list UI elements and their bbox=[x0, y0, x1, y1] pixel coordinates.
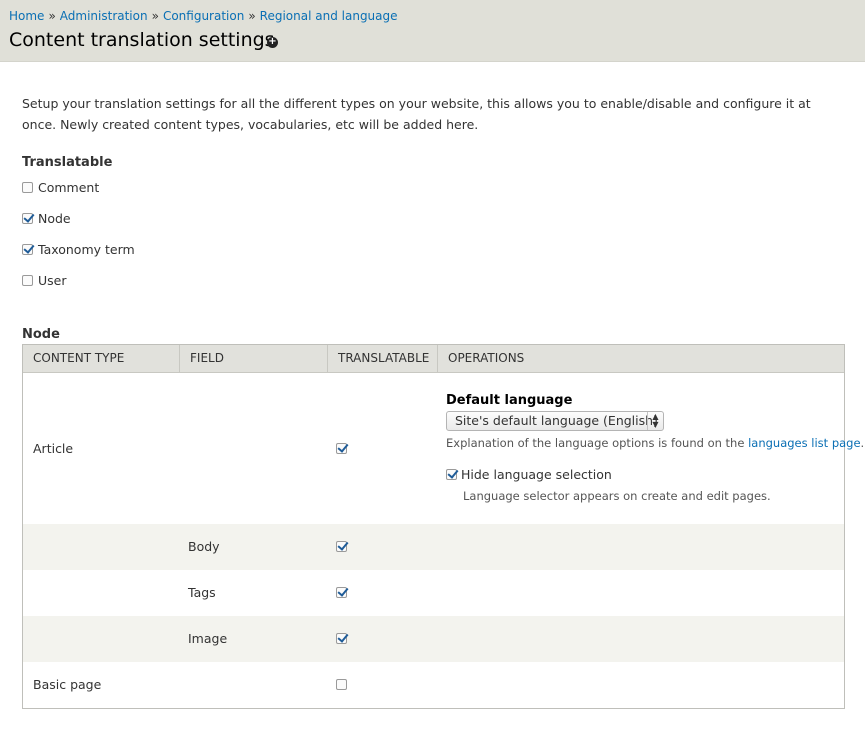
table-row-body: Body bbox=[23, 524, 844, 570]
node-checkbox[interactable] bbox=[22, 213, 33, 224]
breadcrumb-separator: » bbox=[151, 9, 159, 23]
node-translation-table: CONTENT TYPE FIELD TRANSLATABLE OPERATIO… bbox=[22, 344, 864, 709]
option-label: Taxonomy term bbox=[38, 242, 135, 257]
comment-checkbox[interactable] bbox=[22, 182, 33, 193]
breadcrumb-configuration-link[interactable]: Configuration bbox=[163, 9, 244, 23]
tags-translatable-checkbox[interactable] bbox=[336, 587, 347, 598]
hide-language-selection-checkbox[interactable] bbox=[446, 469, 457, 480]
translatable-heading: Translatable bbox=[22, 155, 113, 170]
translatable-option-comment[interactable]: Comment bbox=[22, 180, 99, 195]
breadcrumb-separator: » bbox=[248, 9, 256, 23]
intro-text: Setup your translation settings for all … bbox=[22, 96, 811, 132]
body-translatable-checkbox[interactable] bbox=[336, 541, 347, 552]
translatable-option-user[interactable]: User bbox=[22, 273, 67, 288]
language-options-explanation: Explanation of the language options is f… bbox=[446, 436, 864, 450]
explanation-period: . bbox=[860, 436, 865, 450]
table-row-tags: Tags bbox=[23, 570, 844, 616]
node-section-heading: Node bbox=[22, 327, 60, 342]
breadcrumb-administration-link[interactable]: Administration bbox=[60, 9, 148, 23]
default-language-select[interactable]: Site's default language (English) ▲ ▼ bbox=[446, 411, 664, 431]
column-header-content-type: CONTENT TYPE bbox=[23, 345, 180, 372]
add-shortcut-icon[interactable]: + bbox=[267, 37, 278, 48]
option-label: User bbox=[38, 273, 67, 288]
option-label: Node bbox=[38, 211, 71, 226]
table-row-article: Article Default language Site's default … bbox=[23, 373, 864, 524]
select-value: Site's default language (English) bbox=[455, 413, 658, 428]
breadcrumb: Home» Administration» Configuration» Region… bbox=[9, 9, 398, 23]
hide-language-selection-option[interactable]: Hide language selection bbox=[446, 467, 612, 482]
default-language-label: Default language bbox=[446, 393, 573, 408]
table-header: CONTENT TYPE FIELD TRANSLATABLE OPERATIO… bbox=[23, 345, 844, 373]
translatable-option-taxonomy-term[interactable]: Taxonomy term bbox=[22, 242, 135, 257]
column-header-operations: OPERATIONS bbox=[448, 351, 525, 365]
table-row-basic-page: Basic page bbox=[23, 662, 844, 708]
table-row-image: Image bbox=[23, 616, 844, 662]
hide-language-selection-label: Hide language selection bbox=[461, 467, 612, 482]
taxonomy-term-checkbox[interactable] bbox=[22, 244, 33, 255]
basic-page-translatable-checkbox[interactable] bbox=[336, 679, 347, 690]
field-cell: Body bbox=[188, 539, 220, 554]
option-label: Comment bbox=[38, 180, 100, 195]
content-type-cell: Basic page bbox=[33, 677, 102, 692]
select-arrows-icon: ▲ ▼ bbox=[647, 412, 663, 430]
field-cell: Image bbox=[188, 631, 228, 646]
languages-list-page-link[interactable]: languages list page bbox=[748, 436, 860, 450]
image-translatable-checkbox[interactable] bbox=[336, 633, 347, 644]
explanation-text: Explanation of the language options is f… bbox=[446, 436, 745, 450]
content-type-cell: Article bbox=[33, 441, 74, 456]
column-header-translatable: TRANSLATABLE bbox=[328, 345, 438, 372]
article-translatable-checkbox[interactable] bbox=[336, 443, 347, 454]
breadcrumb-home-link[interactable]: Home bbox=[9, 9, 44, 23]
breadcrumb-regional-language-link[interactable]: Regional and language bbox=[260, 9, 398, 23]
user-checkbox[interactable] bbox=[22, 275, 33, 286]
field-cell: Tags bbox=[188, 585, 216, 600]
translatable-option-node[interactable]: Node bbox=[22, 211, 71, 226]
page-title: Content translation settings bbox=[9, 29, 275, 51]
column-header-field: FIELD bbox=[180, 345, 328, 372]
page-header: Home» Administration» Configuration» Region… bbox=[0, 0, 865, 62]
hide-language-selection-description: Language selector appears on create and … bbox=[463, 489, 771, 503]
breadcrumb-separator: » bbox=[48, 9, 56, 23]
